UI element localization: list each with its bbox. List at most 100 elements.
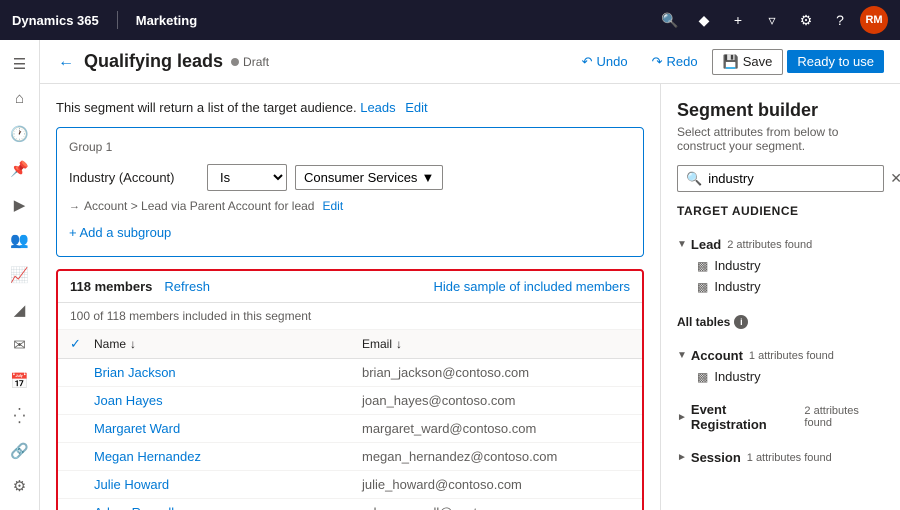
row-name-5[interactable]: Adam Russell: [94, 505, 362, 510]
tree-account-header[interactable]: ▼ Account 1 attributes found: [677, 345, 884, 366]
search-box: 🔍 ✕: [677, 165, 884, 192]
search-clear-icon[interactable]: ✕: [890, 170, 900, 187]
table-row: Megan Hernandez megan_hernandez@contoso.…: [58, 443, 642, 471]
breadcrumb-edit-link[interactable]: Edit: [322, 199, 343, 213]
page-title: Qualifying leads: [84, 51, 223, 72]
table-row: Margaret Ward margaret_ward@contoso.com: [58, 415, 642, 443]
sidebar-calendar-icon[interactable]: 📅: [4, 365, 36, 396]
search-icon[interactable]: 🔍: [656, 6, 684, 34]
row-name-0[interactable]: Brian Jackson: [94, 365, 362, 380]
condition-value[interactable]: Consumer Services ▼: [295, 165, 443, 190]
row-name-4[interactable]: Julie Howard: [94, 477, 362, 492]
row-name-2[interactable]: Margaret Ward: [94, 421, 362, 436]
sidebar-home-icon[interactable]: ⌂: [4, 83, 36, 114]
lead-industry-label-2: Industry: [714, 279, 760, 294]
row-name-3[interactable]: Megan Hernandez: [94, 449, 362, 464]
member-rows: Brian Jackson brian_jackson@contoso.com …: [58, 359, 642, 510]
row-email-0: brian_jackson@contoso.com: [362, 365, 630, 380]
nav-icons: 🔍 ◆ + ▿ ⚙ ? RM: [656, 6, 888, 34]
redo-button[interactable]: ↷ Redo: [642, 50, 708, 74]
sub-header: ← Qualifying leads Draft ↶ Undo ↷ Redo 💾…: [40, 40, 900, 84]
tree-item-account-industry[interactable]: ▩ Industry: [677, 366, 884, 387]
sidebar-clock-icon[interactable]: 🕐: [4, 118, 36, 149]
edit-link[interactable]: Edit: [405, 100, 427, 115]
refresh-button[interactable]: Refresh: [164, 279, 210, 294]
add-subgroup-button[interactable]: + Add a subgroup: [69, 221, 631, 244]
condition-field-label: Industry (Account): [69, 170, 199, 185]
table-row: Adam Russell adam_russell@contoso.com: [58, 499, 642, 510]
account-chevron: ▼: [677, 350, 687, 361]
search-input[interactable]: [708, 171, 884, 186]
settings-icon[interactable]: ⚙: [792, 6, 820, 34]
undo-button[interactable]: ↶ Undo: [572, 50, 638, 74]
account-tree-section: ▼ Account 1 attributes found ▩ Industry: [677, 345, 884, 387]
sidebar-pin-icon[interactable]: 📌: [4, 154, 36, 185]
email-col-header[interactable]: Email ↓: [362, 337, 630, 351]
filter-icon[interactable]: ▿: [758, 6, 786, 34]
dynamics-logo: Dynamics 365: [12, 13, 99, 28]
avatar[interactable]: RM: [860, 6, 888, 34]
sidebar-email-icon[interactable]: ✉: [4, 330, 36, 361]
members-subtitle: 100 of 118 members included in this segm…: [58, 303, 642, 330]
hide-sample-button[interactable]: Hide sample of included members: [433, 279, 630, 294]
condition-op-select[interactable]: Is: [207, 164, 287, 191]
breadcrumb-row: → Account > Lead via Parent Account for …: [69, 199, 631, 213]
table-row: Brian Jackson brian_jackson@contoso.com: [58, 359, 642, 387]
page-content: This segment will return a list of the t…: [40, 84, 900, 510]
sidebar-link-icon[interactable]: 🔗: [4, 436, 36, 467]
top-nav: Dynamics 365 Marketing 🔍 ◆ + ▿ ⚙ ? RM: [0, 0, 900, 40]
save-button[interactable]: 💾 Save: [712, 49, 784, 75]
table-icon-2: ▩: [697, 280, 708, 294]
group-box: Group 1 Industry (Account) Is Consumer S…: [56, 127, 644, 257]
segment-editor: This segment will return a list of the t…: [40, 84, 660, 510]
account-industry-label: Industry: [714, 369, 760, 384]
redo-icon: ↷: [652, 54, 663, 70]
event-group-label: Event Registration: [691, 402, 799, 432]
row-email-4: julie_howard@contoso.com: [362, 477, 630, 492]
info-bar: This segment will return a list of the t…: [56, 100, 644, 115]
sidebar-settings2-icon[interactable]: ⚙: [4, 471, 36, 502]
plus-icon[interactable]: +: [724, 6, 752, 34]
group-label: Group 1: [69, 140, 631, 154]
sidebar-play-icon[interactable]: ▶: [4, 189, 36, 220]
row-email-1: joan_hayes@contoso.com: [362, 393, 630, 408]
status-label: Draft: [243, 55, 269, 69]
lead-industry-label-1: Industry: [714, 258, 760, 273]
tree-event-header[interactable]: ► Event Registration 2 attributes found: [677, 399, 884, 435]
account-group-label: Account: [691, 348, 743, 363]
breadcrumb-icon: →: [69, 200, 80, 212]
session-group-label: Session: [691, 450, 741, 465]
name-col-header[interactable]: Name ↓: [94, 337, 362, 351]
table-header: ✓ Name ↓ Email ↓: [58, 330, 642, 359]
app-name: Marketing: [136, 13, 197, 28]
content-area: ← Qualifying leads Draft ↶ Undo ↷ Redo 💾…: [40, 40, 900, 510]
sidebar-users-icon[interactable]: 👥: [4, 224, 36, 255]
nav-divider: [117, 11, 118, 29]
sidebar-chart-icon[interactable]: 📈: [4, 259, 36, 290]
back-button[interactable]: ←: [56, 51, 76, 73]
breadcrumb-text: Account > Lead via Parent Account for le…: [84, 199, 314, 213]
sidebar-menu-icon[interactable]: ☰: [4, 48, 36, 79]
leads-link[interactable]: Leads: [360, 100, 395, 115]
check-col-header: ✓: [70, 336, 94, 352]
row-name-1[interactable]: Joan Hayes: [94, 393, 362, 408]
status-dot: [231, 58, 239, 66]
help-icon[interactable]: ?: [826, 6, 854, 34]
undo-icon: ↶: [582, 54, 593, 70]
main-layout: ☰ ⌂ 🕐 📌 ▶ 👥 📈 ◢ ✉ 📅 ⁛ 🔗 ⚙ ← Qualifying l…: [0, 40, 900, 510]
row-email-3: megan_hernandez@contoso.com: [362, 449, 630, 464]
info-icon[interactable]: i: [734, 315, 748, 329]
sidebar-funnel-icon[interactable]: ◢: [4, 295, 36, 326]
sidebar-grid-icon[interactable]: ⁛: [4, 400, 36, 431]
tree-item-lead-industry-1[interactable]: ▩ Industry: [677, 255, 884, 276]
members-header: 118 members Refresh Hide sample of inclu…: [58, 271, 642, 303]
lead-count: 2 attributes found: [727, 239, 812, 251]
status-badge: Draft: [231, 55, 269, 69]
members-table: ✓ Name ↓ Email ↓: [58, 330, 642, 510]
bell-icon[interactable]: ◆: [690, 6, 718, 34]
ready-button[interactable]: Ready to use: [787, 50, 884, 73]
session-chevron: ►: [677, 452, 687, 463]
tree-item-lead-industry-2[interactable]: ▩ Industry: [677, 276, 884, 297]
tree-session-header[interactable]: ► Session 1 attributes found: [677, 447, 884, 468]
tree-lead-header[interactable]: ▼ Lead 2 attributes found: [677, 234, 884, 255]
